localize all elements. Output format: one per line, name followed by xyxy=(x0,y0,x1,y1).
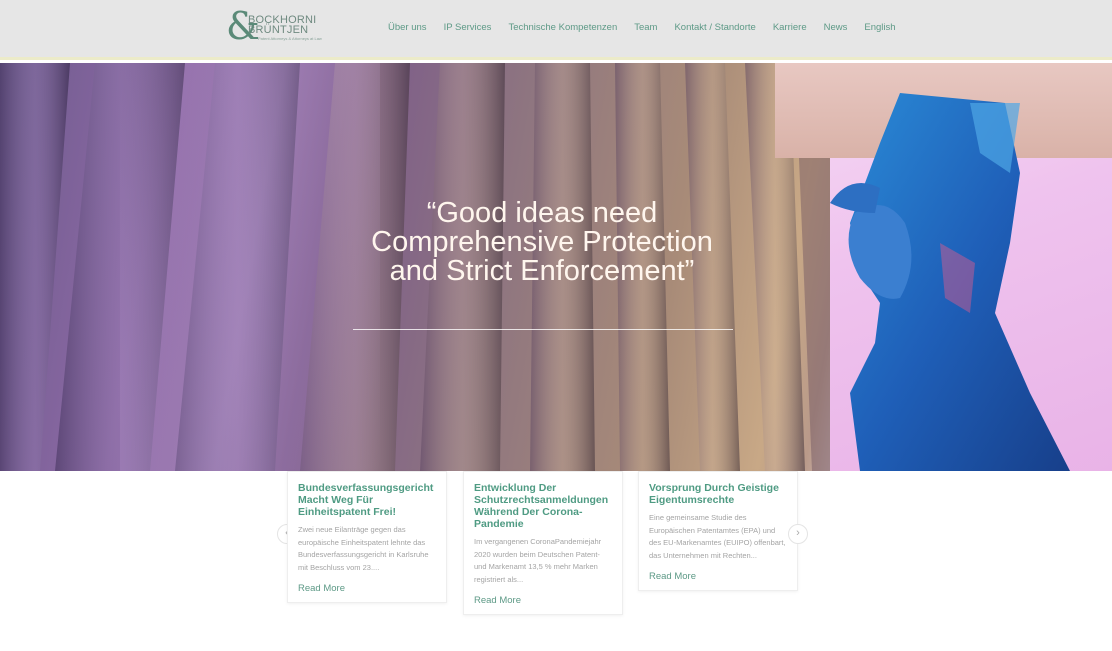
nav-item-news[interactable]: News xyxy=(824,22,848,33)
news-card-title[interactable]: Bundesverfassungsgericht Macht Weg Für E… xyxy=(298,482,436,518)
nav-item-ueber-uns[interactable]: Über uns xyxy=(388,22,427,33)
nav-item-kontakt[interactable]: Kontakt / Standorte xyxy=(674,22,755,33)
news-card-excerpt: Zwei neue Eilanträge gegen das europäisc… xyxy=(298,525,429,572)
logo-tagline: Patent Attorneys & Attorneys at Law xyxy=(258,36,322,41)
chevron-right-icon: › xyxy=(796,527,800,539)
read-more-link[interactable]: Read More xyxy=(649,571,787,582)
hero-quote: “Good ideas need Comprehensive Protectio… xyxy=(371,197,713,287)
nav-item-ip-services[interactable]: IP Services xyxy=(444,22,492,33)
nav-item-karriere[interactable]: Karriere xyxy=(773,22,807,33)
hero-banner: “Good ideas need Comprehensive Protectio… xyxy=(0,63,1112,471)
news-card-excerpt: Eine gemeinsame Studie des Europäischen … xyxy=(649,513,786,560)
news-card: Entwicklung Der Schutzrechtsanmeldungen … xyxy=(463,471,623,615)
statue-image xyxy=(830,93,1070,471)
read-more-link[interactable]: Read More xyxy=(298,583,436,594)
site-logo[interactable]: & BOCKHORNI BRÜNTJEN Patent Attorneys & … xyxy=(226,6,336,48)
nav-item-team[interactable]: Team xyxy=(634,22,657,33)
light-beam xyxy=(120,63,380,471)
nav-item-technische-kompetenzen[interactable]: Technische Kompetenzen xyxy=(508,22,617,33)
news-card-title[interactable]: Entwicklung Der Schutzrechtsanmeldungen … xyxy=(474,482,612,530)
nav-item-english[interactable]: English xyxy=(864,22,895,33)
main-nav: Über uns IP Services Technische Kompeten… xyxy=(388,22,913,33)
carousel-next-button[interactable]: › xyxy=(788,524,808,544)
read-more-link[interactable]: Read More xyxy=(474,595,612,606)
news-card-excerpt: Im vergangenen CoronaPandemiejahr 2020 w… xyxy=(474,537,602,584)
news-card: Vorsprung Durch Geistige Eigentumsrechte… xyxy=(638,471,798,591)
hero-divider xyxy=(353,329,733,330)
news-card-title[interactable]: Vorsprung Durch Geistige Eigentumsrechte xyxy=(649,482,787,506)
logo-line2: BRÜNTJEN xyxy=(248,24,309,36)
site-header: & BOCKHORNI BRÜNTJEN Patent Attorneys & … xyxy=(0,0,1112,60)
news-card: Bundesverfassungsgericht Macht Weg Für E… xyxy=(287,471,447,603)
